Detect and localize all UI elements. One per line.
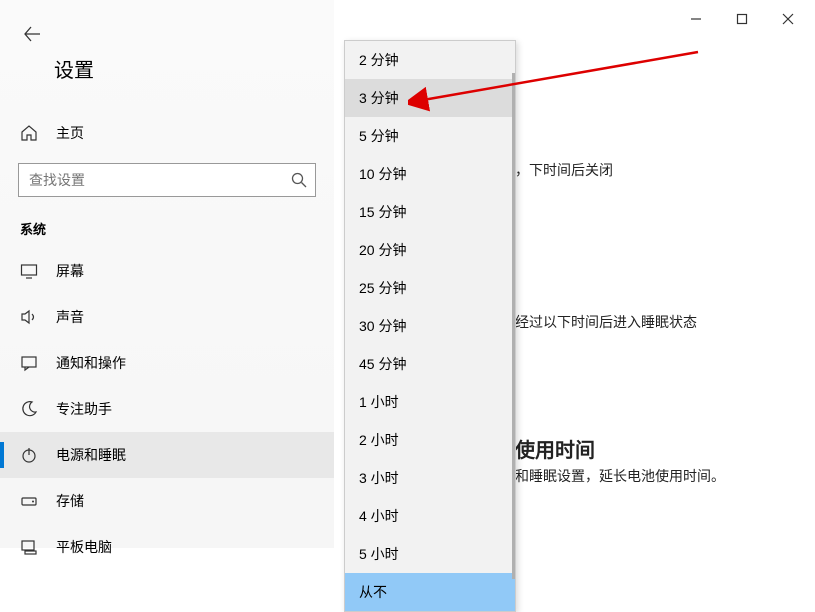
content-text-screen-off: ，下时间后关闭 [515, 160, 613, 180]
nav-home-label: 主页 [56, 123, 84, 143]
drive-icon [20, 492, 38, 510]
nav-item-sound[interactable]: 声音 [0, 294, 334, 340]
dropdown-option[interactable]: 20 分钟 [345, 231, 515, 269]
content-text-sleep: 经过以下时间后进入睡眠状态 [515, 312, 697, 332]
maximize-icon [736, 13, 748, 25]
dropdown-option[interactable]: 1 小时 [345, 383, 515, 421]
content-heading-usage: 使用时间 [515, 434, 595, 463]
nav-item-label: 专注助手 [56, 399, 112, 419]
message-icon [20, 354, 38, 372]
speaker-icon [20, 308, 38, 326]
window-title: 设置 [54, 54, 94, 83]
dropdown-option[interactable]: 5 小时 [345, 535, 515, 573]
nav-item-focus[interactable]: 专注助手 [0, 386, 334, 432]
close-icon [782, 13, 794, 25]
search-icon [290, 171, 308, 189]
dropdown-option[interactable]: 4 小时 [345, 497, 515, 535]
back-button[interactable] [16, 18, 48, 50]
tablet-icon [20, 538, 38, 556]
maximize-button[interactable] [719, 4, 765, 34]
dropdown-option[interactable]: 3 小时 [345, 459, 515, 497]
nav-item-label: 电源和睡眠 [56, 445, 126, 465]
dropdown-option[interactable]: 3 分钟 [345, 79, 515, 117]
nav-item-notifications[interactable]: 通知和操作 [0, 340, 334, 386]
nav-item-label: 存储 [56, 491, 84, 511]
dropdown-option[interactable]: 25 分钟 [345, 269, 515, 307]
dropdown-option[interactable]: 15 分钟 [345, 193, 515, 231]
moon-icon [20, 400, 38, 418]
home-icon [20, 124, 38, 142]
nav-item-display[interactable]: 屏幕 [0, 248, 334, 294]
close-button[interactable] [765, 4, 811, 34]
monitor-icon [20, 262, 38, 280]
dropdown-option[interactable]: 从不 [345, 573, 515, 611]
nav-item-power[interactable]: 电源和睡眠 [0, 432, 334, 478]
nav-home[interactable]: 主页 [0, 113, 334, 153]
dropdown-option[interactable]: 2 分钟 [345, 41, 515, 79]
minimize-icon [690, 13, 702, 25]
arrow-left-icon [23, 25, 41, 43]
nav-item-tablet[interactable]: 平板电脑 [0, 524, 334, 570]
nav-item-label: 通知和操作 [56, 353, 126, 373]
dropdown-scrollbar[interactable] [512, 73, 515, 579]
content-text-battery: 和睡眠设置，延长电池使用时间。 [515, 466, 725, 486]
nav-item-label: 屏幕 [56, 261, 84, 281]
dropdown-option[interactable]: 5 分钟 [345, 117, 515, 155]
dropdown-option[interactable]: 30 分钟 [345, 307, 515, 345]
time-dropdown[interactable]: 2 分钟 3 分钟 5 分钟 10 分钟 15 分钟 20 分钟 25 分钟 3… [344, 40, 516, 612]
dropdown-option[interactable]: 45 分钟 [345, 345, 515, 383]
minimize-button[interactable] [673, 4, 719, 34]
nav-item-storage[interactable]: 存储 [0, 478, 334, 524]
dropdown-option[interactable]: 2 小时 [345, 421, 515, 459]
nav-item-label: 声音 [56, 307, 84, 327]
power-icon [20, 446, 38, 464]
dropdown-option[interactable]: 10 分钟 [345, 155, 515, 193]
search-input[interactable] [18, 163, 316, 197]
nav-item-label: 平板电脑 [56, 537, 112, 557]
section-label: 系统 [0, 219, 334, 248]
